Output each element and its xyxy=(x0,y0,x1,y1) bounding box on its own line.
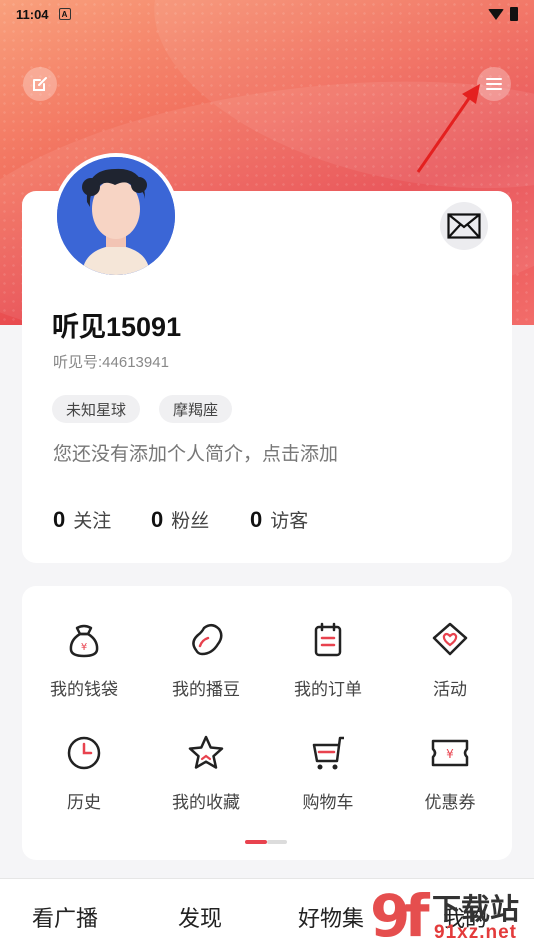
menu-item-wallet[interactable]: ¥ 我的钱袋 xyxy=(29,620,139,700)
user-id: 听见号:44613941 xyxy=(53,354,169,371)
edit-icon xyxy=(33,77,47,91)
wifi-icon xyxy=(488,8,504,20)
heart-badge-icon xyxy=(432,622,468,656)
tab-me[interactable]: 我的 xyxy=(443,901,487,933)
stat-followers[interactable]: 0 粉丝 xyxy=(151,506,209,533)
page-indicator-active xyxy=(245,840,267,844)
stat-following[interactable]: 0 关注 xyxy=(53,506,111,533)
message-button[interactable] xyxy=(440,202,488,250)
bottom-tab-bar: 看广播 发现 好物集 我的 xyxy=(0,878,534,950)
annotation-arrow-icon xyxy=(416,84,480,173)
menu-item-label: 购物车 xyxy=(302,793,354,812)
menu-item-orders[interactable]: 我的订单 xyxy=(273,620,383,700)
bean-icon xyxy=(192,624,223,656)
menu-item-label: 活动 xyxy=(433,680,467,699)
cart-icon xyxy=(312,736,344,770)
edit-profile-button[interactable] xyxy=(23,67,57,101)
page-indicator xyxy=(245,840,287,844)
menu-item-favorites[interactable]: 我的收藏 xyxy=(151,733,261,813)
menu-item-label: 我的播豆 xyxy=(172,680,240,699)
menu-item-label: 历史 xyxy=(67,793,101,812)
status-time: 11:04 xyxy=(16,6,49,22)
money-bag-icon: ¥ xyxy=(69,624,99,658)
menu-item-cart[interactable]: 购物车 xyxy=(273,733,383,813)
svg-text:¥: ¥ xyxy=(81,642,87,653)
tab-goods[interactable]: 好物集 xyxy=(298,901,364,933)
stat-count: 0 xyxy=(151,507,164,532)
avatar-person-icon xyxy=(57,157,175,275)
menu-item-history[interactable]: 历史 xyxy=(29,733,139,813)
menu-item-beans[interactable]: 我的播豆 xyxy=(151,620,261,700)
username: 听见15091 xyxy=(52,312,182,342)
menu-item-coupons[interactable]: ¥ 优惠券 xyxy=(395,733,505,813)
avatar[interactable] xyxy=(53,153,179,279)
envelope-icon xyxy=(447,213,481,239)
page-indicator-inactive xyxy=(267,840,287,844)
stat-label: 访客 xyxy=(270,511,309,532)
svg-text:¥: ¥ xyxy=(446,747,454,761)
stat-visitors[interactable]: 0 访客 xyxy=(250,506,308,533)
notification-icon: A xyxy=(58,8,71,20)
tab-broadcast[interactable]: 看广播 xyxy=(32,901,98,933)
menu-item-label: 优惠券 xyxy=(424,793,476,812)
tag-zodiac[interactable]: 摩羯座 xyxy=(159,395,233,423)
menu-item-label: 我的订单 xyxy=(294,680,362,699)
order-clipboard-icon xyxy=(314,622,342,657)
menu-item-activity[interactable]: 活动 xyxy=(395,620,505,700)
coupon-icon: ¥ xyxy=(431,739,469,767)
status-bar: 11:04 A xyxy=(0,0,534,28)
stat-count: 0 xyxy=(250,507,263,532)
clock-icon xyxy=(67,736,101,770)
star-icon xyxy=(188,735,224,769)
stat-count: 0 xyxy=(53,507,66,532)
bio-prompt[interactable]: 您还没有添加个人简介，点击添加 xyxy=(53,439,338,466)
battery-icon xyxy=(510,7,518,21)
tag-location[interactable]: 未知星球 xyxy=(52,395,141,423)
stat-label: 粉丝 xyxy=(171,511,210,532)
menu-item-label: 我的钱袋 xyxy=(50,680,118,699)
stat-label: 关注 xyxy=(73,511,112,532)
tab-discover[interactable]: 发现 xyxy=(178,901,222,933)
menu-item-label: 我的收藏 xyxy=(172,793,240,812)
